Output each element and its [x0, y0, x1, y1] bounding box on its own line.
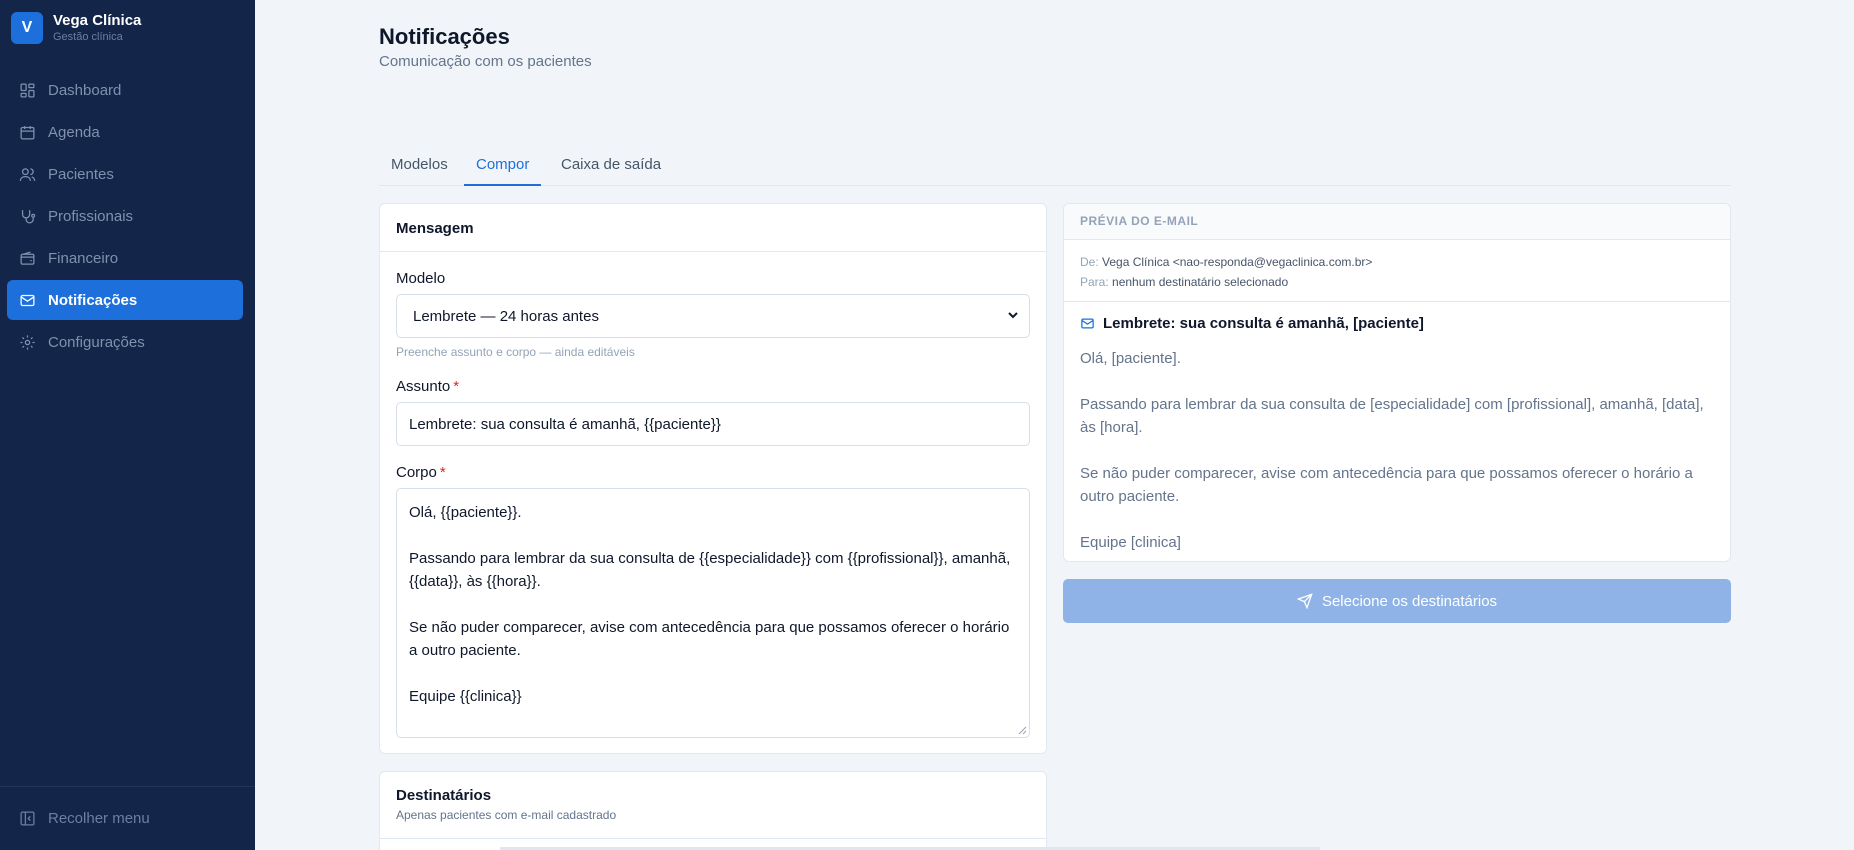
from-value: Vega Clínica <nao-responda@vegaclinica.c… — [1102, 255, 1373, 269]
body-textarea-value: Olá, {{paciente}}. Passando para lembrar… — [409, 504, 1011, 705]
send-button[interactable]: Selecione os destinatários — [1063, 579, 1731, 623]
sidebar-item-dashboard[interactable]: Dashboard — [7, 70, 243, 110]
tab-bar: Modelos Compor Caixa de saída — [379, 150, 1731, 186]
sidebar-item-notificacoes[interactable]: Notificações — [7, 280, 243, 320]
template-select-value: Lembrete — 24 horas antes — [413, 307, 599, 325]
preview-header: PRÉVIA DO E-MAIL — [1064, 204, 1730, 240]
sidebar-item-configuracoes[interactable]: Configurações — [7, 322, 243, 362]
page-subtitle: Comunicação com os pacientes — [379, 53, 592, 70]
send-button-label: Selecione os destinatários — [1321, 592, 1498, 610]
send-icon — [1296, 593, 1313, 609]
brand-subtitle: Gestão clínica — [53, 31, 123, 43]
sidebar-item-label: Pacientes — [48, 165, 114, 183]
sidebar-item-financeiro[interactable]: Financeiro — [7, 238, 243, 278]
resize-handle-icon[interactable] — [1018, 726, 1027, 735]
sidebar-item-label: Dashboard — [48, 81, 122, 99]
subject-input-value: Lembrete: sua consulta é amanhã, {{pacie… — [409, 415, 721, 433]
collapse-menu-button[interactable]: Recolher menu — [0, 786, 255, 850]
calendar-icon — [20, 125, 35, 140]
grid-icon — [20, 82, 35, 98]
body-textarea[interactable]: Olá, {{paciente}}. Passando para lembrar… — [396, 488, 1030, 738]
brand[interactable]: V Vega Clínica Gestão clínica — [11, 12, 141, 44]
sidebar: V Vega Clínica Gestão clínica Dashboard … — [0, 0, 255, 850]
wallet-icon — [20, 251, 35, 265]
page-title: Notificações — [379, 24, 510, 49]
recipients-subtitle: Apenas pacientes com e-mail cadastrado — [396, 808, 617, 822]
message-card-title: Mensagem — [380, 204, 1046, 252]
subject-input[interactable]: Lembrete: sua consulta é amanhã, {{pacie… — [396, 402, 1030, 446]
from-key: De: — [1080, 255, 1099, 269]
sidebar-item-profissionais[interactable]: Profissionais — [7, 196, 243, 236]
stethoscope-icon — [21, 209, 36, 224]
sidebar-item-label: Financeiro — [48, 249, 119, 267]
recipients-card: Destinatários Apenas pacientes com e-mai… — [379, 771, 1047, 850]
sidebar-item-label: Profissionais — [48, 207, 134, 225]
brand-name: Vega Clínica — [53, 12, 142, 29]
sidebar-item-agenda[interactable]: Agenda — [7, 112, 243, 152]
chevron-down-icon — [1008, 312, 1018, 319]
message-card: Mensagem Modelo Lembrete — 24 horas ante… — [379, 203, 1047, 754]
body-label-text: Corpo — [396, 464, 437, 481]
to-value: nenhum destinatário selecionado — [1112, 275, 1289, 289]
gear-icon — [20, 334, 35, 350]
brand-logo: V — [11, 12, 43, 44]
preview-subject-text: Lembrete: sua consulta é amanhã, [pacien… — [1103, 315, 1424, 332]
template-hint: Preenche assunto e corpo — ainda editáve… — [396, 345, 635, 359]
preview-subject: Lembrete: sua consulta é amanhã, [pacien… — [1080, 315, 1424, 332]
sidebar-item-pacientes[interactable]: Pacientes — [7, 154, 243, 194]
preview-body: Olá, [paciente]. Passando para lembrar d… — [1080, 350, 1704, 551]
preview-meta: De: Vega Clínica <nao-responda@vegaclini… — [1064, 240, 1730, 302]
sidebar-item-label: Agenda — [48, 123, 100, 141]
mail-icon — [1081, 318, 1094, 329]
tab-caixa-de-saida[interactable]: Caixa de saída — [549, 156, 673, 186]
email-preview-card: PRÉVIA DO E-MAIL De: Vega Clínica <nao-r… — [1063, 203, 1731, 562]
required-mark: * — [439, 464, 446, 481]
subject-label-text: Assunto — [396, 378, 451, 395]
recipients-title: Destinatários — [396, 787, 492, 804]
tab-compor[interactable]: Compor — [464, 156, 542, 186]
body-label: Corpo * — [396, 464, 446, 481]
mail-icon — [20, 294, 35, 306]
sidebar-item-label: Notificações — [48, 291, 138, 309]
collapse-menu-label: Recolher menu — [48, 810, 150, 827]
tab-modelos[interactable]: Modelos — [379, 156, 460, 186]
sidebar-nav: Dashboard Agenda Pacientes Profissionais… — [7, 70, 243, 364]
sidebar-item-label: Configurações — [48, 333, 145, 351]
subject-label: Assunto * — [396, 378, 459, 395]
users-icon — [19, 167, 36, 181]
template-label: Modelo — [396, 270, 446, 287]
to-key: Para: — [1080, 275, 1109, 289]
required-mark: * — [453, 378, 460, 395]
collapse-icon — [20, 811, 35, 826]
template-select[interactable]: Lembrete — 24 horas antes — [396, 294, 1030, 338]
